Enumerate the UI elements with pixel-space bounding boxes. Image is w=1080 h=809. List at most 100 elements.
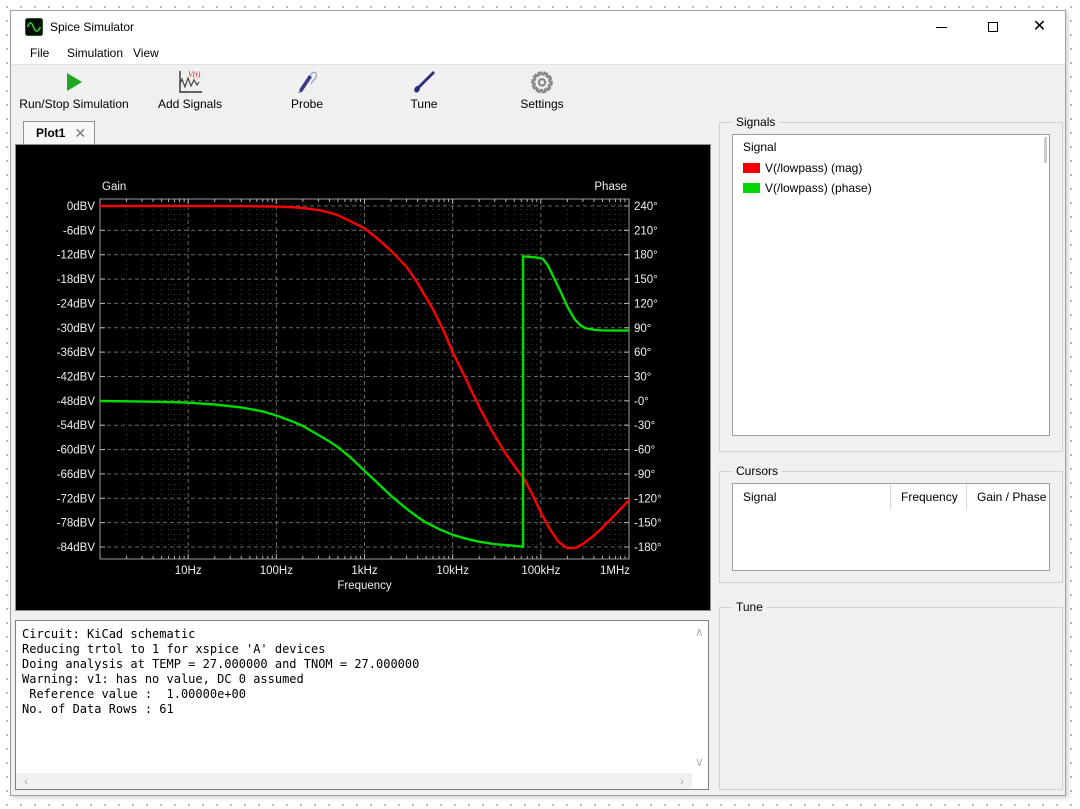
toolbar-label: Settings	[520, 97, 564, 111]
svg-text:-0°: -0°	[634, 396, 649, 408]
signal-label: V(/lowpass) (phase)	[765, 181, 872, 195]
svg-text:120°: 120°	[634, 298, 658, 310]
svg-text:Phase: Phase	[594, 181, 627, 193]
svg-text:-60°: -60°	[634, 445, 655, 457]
cursors-table[interactable]: Signal Frequency Gain / Phase	[732, 483, 1050, 571]
svg-text:-60dBV: -60dBV	[57, 445, 96, 457]
tune-button[interactable]: Tune	[378, 68, 470, 114]
svg-text:1kHz: 1kHz	[351, 565, 377, 577]
toolbar-label: Probe	[290, 97, 324, 111]
svg-text:-84dBV: -84dBV	[57, 542, 96, 554]
svg-text:90°: 90°	[634, 323, 651, 335]
console-horizontal-scrollbar[interactable]: ‹ ›	[16, 773, 692, 789]
svg-text:-36dBV: -36dBV	[57, 347, 96, 359]
svg-text:-150°: -150°	[634, 518, 662, 530]
tab-strip: Plot1 ✕	[15, 121, 711, 144]
svg-text:-54dBV: -54dBV	[57, 420, 96, 432]
svg-text:-66dBV: -66dBV	[57, 469, 96, 481]
svg-text:1MHz: 1MHz	[600, 565, 630, 577]
svg-text:100kHz: 100kHz	[521, 565, 560, 577]
run-stop-simulation-button[interactable]: Run/Stop Simulation	[13, 68, 135, 114]
svg-text:-120°: -120°	[634, 493, 662, 505]
svg-text:-42dBV: -42dBV	[57, 371, 96, 383]
toolbar: Run/Stop Simulation V(t) Add Signals Pro…	[11, 66, 1065, 116]
svg-text:-48dBV: -48dBV	[57, 396, 96, 408]
svg-text:-30dBV: -30dBV	[57, 323, 96, 335]
tune-group: Tune	[719, 600, 1063, 790]
console-vertical-scrollbar[interactable]: ∧ ∨	[692, 621, 708, 773]
svg-text:-18dBV: -18dBV	[57, 274, 96, 286]
svg-text:210°: 210°	[634, 225, 658, 237]
svg-text:60°: 60°	[634, 347, 651, 359]
console-output: Circuit: KiCad schematic Reducing trtol …	[22, 627, 420, 716]
svg-text:-12dBV: -12dBV	[57, 250, 96, 262]
menu-file[interactable]: File	[30, 46, 49, 60]
toolbar-label: Run/Stop Simulation	[19, 97, 129, 111]
probe-icon	[298, 71, 318, 93]
scroll-left-icon[interactable]: ‹	[24, 774, 28, 788]
minimize-icon	[936, 26, 947, 28]
signal-label: V(/lowpass) (mag)	[765, 161, 863, 175]
title-bar: Spice Simulator ✕	[11, 11, 1065, 43]
probe-button[interactable]: Probe	[261, 68, 353, 114]
svg-text:Gain: Gain	[102, 181, 126, 193]
phase-color-swatch	[743, 183, 760, 193]
bode-plot-svg: 0dBV -6dBV -12dBV -18dBV -24dBV -30dBV -36dBV -…	[16, 145, 710, 610]
signals-group: Signals Signal V(/lowpass) (mag) V(/lowp…	[719, 115, 1063, 452]
svg-text:-78dBV: -78dBV	[57, 518, 96, 530]
window-title: Spice Simulator	[50, 20, 135, 34]
svg-text:-6dBV: -6dBV	[63, 225, 95, 237]
svg-text:V(t): V(t)	[188, 70, 201, 79]
maximize-button[interactable]	[970, 11, 1015, 43]
mag-color-swatch	[743, 163, 760, 173]
signal-row-phase[interactable]: V(/lowpass) (phase)	[733, 178, 1049, 198]
toolbar-label: Tune	[410, 97, 438, 111]
app-window: Spice Simulator ✕ File Simulation View R…	[10, 10, 1066, 796]
plot-canvas[interactable]: 0dBV -6dBV -12dBV -18dBV -24dBV -30dBV -36dBV -…	[15, 144, 711, 611]
svg-text:10Hz: 10Hz	[175, 565, 202, 577]
menu-bar: File Simulation View	[11, 43, 1065, 65]
close-button[interactable]: ✕	[1017, 11, 1062, 43]
menu-view[interactable]: View	[133, 46, 159, 60]
app-icon	[25, 18, 43, 36]
cursors-table-header: Signal Frequency Gain / Phase	[733, 484, 1049, 510]
cursors-group-title: Cursors	[732, 464, 783, 478]
svg-text:-180°: -180°	[634, 542, 662, 554]
svg-text:-30°: -30°	[634, 420, 655, 432]
menu-simulation[interactable]: Simulation	[67, 46, 123, 60]
svg-text:-24dBV: -24dBV	[57, 298, 96, 310]
column-signal: Signal	[743, 490, 777, 504]
cursors-group: Cursors Signal Frequency Gain / Phase	[719, 464, 1063, 583]
scroll-right-icon[interactable]: ›	[680, 774, 684, 788]
tab-label: Plot1	[36, 126, 66, 140]
signals-scroll-thumb[interactable]	[1044, 137, 1047, 163]
play-icon	[67, 73, 82, 91]
svg-text:-90°: -90°	[634, 469, 655, 481]
scroll-up-icon[interactable]: ∧	[695, 625, 704, 639]
close-icon: ✕	[1032, 18, 1047, 35]
svg-text:-72dBV: -72dBV	[57, 493, 96, 505]
signals-group-title: Signals	[732, 115, 780, 129]
svg-text:240°: 240°	[634, 201, 658, 213]
svg-text:30°: 30°	[634, 371, 651, 383]
svg-text:150°: 150°	[634, 274, 658, 286]
signal-row-mag[interactable]: V(/lowpass) (mag)	[733, 158, 1049, 178]
minimize-button[interactable]	[919, 11, 964, 43]
svg-text:10kHz: 10kHz	[436, 565, 469, 577]
svg-text:100Hz: 100Hz	[260, 565, 293, 577]
add-signals-icon: V(t)	[179, 70, 202, 93]
svg-text:Frequency: Frequency	[337, 580, 392, 592]
column-gain-phase: Gain / Phase	[966, 484, 1049, 510]
simulation-console[interactable]: Circuit: KiCad schematic Reducing trtol …	[15, 620, 709, 790]
gear-icon	[531, 71, 553, 94]
add-signals-button[interactable]: V(t) Add Signals	[144, 68, 236, 114]
tune-group-title: Tune	[732, 600, 767, 614]
signals-list-header: Signal	[743, 140, 777, 154]
tab-close-icon[interactable]: ✕	[74, 126, 86, 140]
settings-button[interactable]: Settings	[496, 68, 588, 114]
signals-list[interactable]: Signal V(/lowpass) (mag) V(/lowpass) (ph…	[732, 134, 1050, 436]
maximize-icon	[987, 22, 998, 32]
tab-plot1[interactable]: Plot1 ✕	[23, 121, 96, 144]
scroll-down-icon[interactable]: ∨	[695, 755, 704, 769]
svg-text:0dBV: 0dBV	[67, 201, 95, 213]
